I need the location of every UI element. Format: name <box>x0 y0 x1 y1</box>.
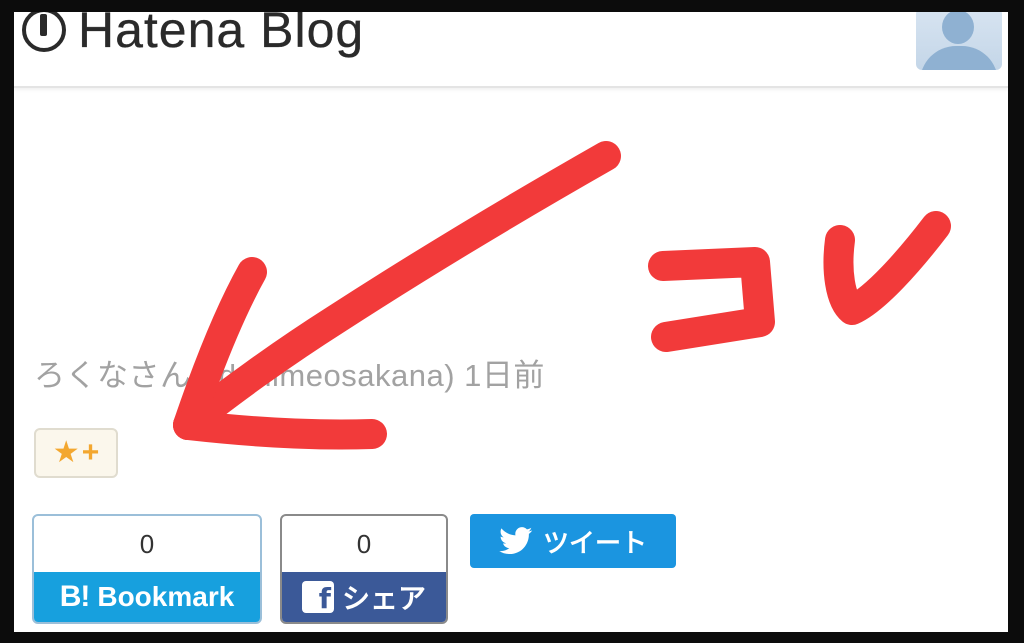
facebook-label-bar: f シェア <box>282 572 446 622</box>
avatar-body <box>920 46 998 70</box>
tweet-button[interactable]: ツイート <box>470 514 676 568</box>
site-header: Hatena Blog <box>14 12 1008 88</box>
user-avatar-icon[interactable] <box>916 12 1002 70</box>
facebook-share-button[interactable]: 0 f シェア <box>280 514 448 624</box>
star-icon: ★ <box>52 436 80 469</box>
bookmark-label-bar: B! Bookmark <box>34 572 260 622</box>
screenshot-frame: Hatena Blog ろくなさん (idohimeosakana) 1日前 ★… <box>14 12 1008 632</box>
facebook-icon: f <box>301 581 334 613</box>
facebook-count: 0 <box>356 528 372 559</box>
logo-text: Hatena Blog <box>78 12 365 58</box>
hatena-pen-icon <box>22 12 66 52</box>
star-plus-label: + <box>81 436 100 469</box>
bookmark-label: Bookmark <box>97 581 235 612</box>
twitter-bird-icon <box>499 527 533 555</box>
entry-author-line: ろくなさん (idohimeosakana) 1日前 <box>34 358 545 393</box>
tweet-label: ツイート <box>542 527 647 558</box>
avatar-head <box>942 12 974 44</box>
hatena-blog-logo[interactable]: Hatena Blog <box>22 12 365 58</box>
bookmark-count: 0 <box>139 528 155 559</box>
add-star-button[interactable]: ★ + <box>34 428 118 478</box>
hatena-bookmark-button[interactable]: 0 B! Bookmark <box>32 514 262 624</box>
hatena-bookmark-icon: B! <box>59 580 91 613</box>
facebook-share-label: シェア <box>341 583 426 614</box>
